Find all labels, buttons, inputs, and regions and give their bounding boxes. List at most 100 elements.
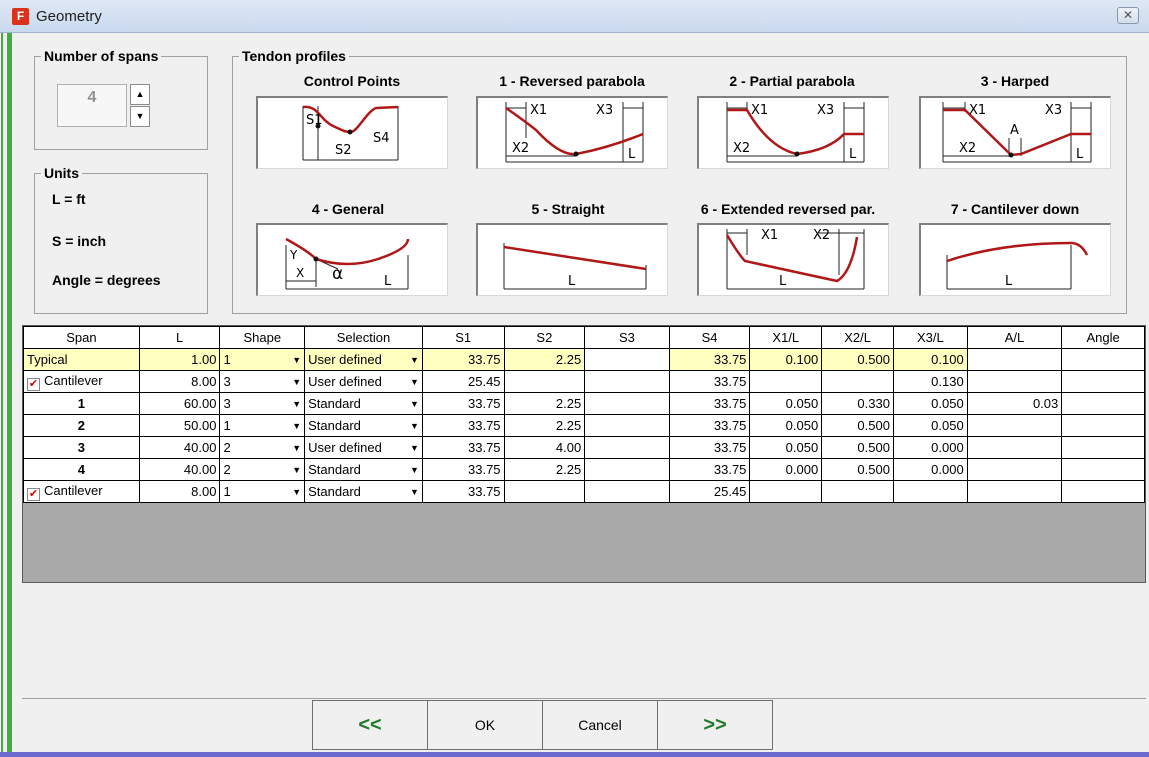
x1l-cell[interactable]: 0.050 — [749, 392, 823, 415]
geometry-grid[interactable]: Span L Shape Selection S1 S2 S3 S4 X1/L … — [22, 325, 1146, 583]
angle-cell[interactable] — [1061, 370, 1145, 393]
spin-down-button[interactable]: ▼ — [130, 106, 150, 127]
s3-cell[interactable] — [584, 414, 670, 437]
cantilever-checkbox[interactable]: ✔ — [27, 377, 40, 391]
s2-cell[interactable]: 2.25 — [503, 392, 586, 415]
x1l-cell[interactable]: 0.000 — [749, 458, 823, 481]
al-cell[interactable] — [966, 458, 1063, 481]
x1l-cell[interactable] — [749, 370, 823, 393]
table-row[interactable]: 3 40.00 2 ▼ User defined ▼ 33.75 4.00 33.7… — [23, 436, 1145, 459]
s3-cell[interactable] — [584, 436, 670, 459]
cantilever-checkbox[interactable]: ✔ — [27, 487, 40, 501]
s4-cell[interactable]: 33.75 — [668, 370, 751, 393]
angle-cell[interactable] — [1061, 392, 1145, 415]
length-cell[interactable]: 60.00 — [138, 392, 221, 415]
x3l-cell[interactable]: 0.050 — [892, 414, 968, 437]
angle-cell[interactable] — [1061, 436, 1145, 459]
s4-cell[interactable]: 33.75 — [668, 458, 751, 481]
s3-cell[interactable] — [584, 392, 670, 415]
s1-cell[interactable]: 33.75 — [421, 414, 505, 437]
s4-cell[interactable]: 33.75 — [668, 348, 751, 371]
shape-combo[interactable]: 1 ▼ — [219, 414, 306, 437]
selection-combo[interactable]: Standard ▼ — [304, 480, 423, 503]
length-cell[interactable]: 8.00 — [138, 370, 221, 393]
shape-combo[interactable]: 3 ▼ — [219, 370, 306, 393]
dropdown-arrow-icon[interactable]: ▼ — [292, 399, 301, 409]
al-cell[interactable] — [966, 436, 1063, 459]
table-row[interactable]: 2 50.00 1 ▼ Standard ▼ 33.75 2.25 33.75 0.… — [23, 414, 1145, 437]
s3-cell[interactable] — [584, 480, 670, 503]
table-row[interactable]: Typical 1.00 1 ▼ User defined ▼ 33.75 2.25… — [23, 348, 1145, 371]
s1-cell[interactable]: 33.75 — [421, 480, 505, 503]
dropdown-arrow-icon[interactable]: ▼ — [292, 377, 301, 387]
cancel-button[interactable]: Cancel — [542, 700, 658, 750]
profile-thumb-straight[interactable]: L — [476, 223, 668, 296]
ok-button[interactable]: OK — [427, 700, 543, 750]
al-cell[interactable] — [966, 480, 1063, 503]
s1-cell[interactable]: 33.75 — [421, 348, 505, 371]
selection-combo[interactable]: Standard ▼ — [304, 392, 423, 415]
s3-cell[interactable] — [584, 348, 670, 371]
al-cell[interactable] — [966, 348, 1063, 371]
profile-thumb-partial-parabola[interactable]: X1 X3 X2 L — [697, 96, 889, 169]
s3-cell[interactable] — [584, 370, 670, 393]
spans-input[interactable]: 4 — [57, 84, 127, 127]
selection-combo[interactable]: User defined ▼ — [304, 370, 423, 393]
s4-cell[interactable]: 25.45 — [668, 480, 751, 503]
x2l-cell[interactable] — [821, 480, 894, 503]
s2-cell[interactable] — [503, 480, 586, 503]
x1l-cell[interactable]: 0.050 — [749, 414, 823, 437]
dropdown-arrow-icon[interactable]: ▼ — [410, 377, 419, 387]
angle-cell[interactable] — [1061, 414, 1145, 437]
length-cell[interactable]: 50.00 — [138, 414, 221, 437]
s2-cell[interactable]: 2.25 — [503, 348, 586, 371]
s2-cell[interactable]: 2.25 — [503, 458, 586, 481]
x3l-cell[interactable] — [892, 480, 968, 503]
s2-cell[interactable]: 2.25 — [503, 414, 586, 437]
x2l-cell[interactable]: 0.500 — [821, 414, 894, 437]
s1-cell[interactable]: 33.75 — [421, 436, 505, 459]
length-cell[interactable]: 40.00 — [138, 458, 221, 481]
length-cell[interactable]: 40.00 — [138, 436, 221, 459]
profile-thumb-harped[interactable]: X1 X3 A X2 L — [919, 96, 1111, 169]
al-cell[interactable] — [966, 370, 1063, 393]
dropdown-arrow-icon[interactable]: ▼ — [410, 355, 419, 365]
length-cell[interactable]: 1.00 — [138, 348, 221, 371]
previous-button[interactable]: << — [312, 700, 428, 750]
table-row[interactable]: ✔ Cantilever 8.00 3 ▼ User defined ▼ 25.45 … — [23, 370, 1145, 393]
close-button[interactable]: ✕ — [1117, 7, 1139, 24]
angle-cell[interactable] — [1061, 480, 1145, 503]
dropdown-arrow-icon[interactable]: ▼ — [292, 487, 301, 497]
dropdown-arrow-icon[interactable]: ▼ — [292, 421, 301, 431]
s1-cell[interactable]: 33.75 — [421, 458, 505, 481]
s2-cell[interactable] — [503, 370, 586, 393]
x2l-cell[interactable]: 0.330 — [821, 392, 894, 415]
profile-thumb-general[interactable]: Y X α L — [256, 223, 448, 296]
dropdown-arrow-icon[interactable]: ▼ — [292, 465, 301, 475]
dropdown-arrow-icon[interactable]: ▼ — [292, 355, 301, 365]
selection-combo[interactable]: User defined ▼ — [304, 348, 423, 371]
selection-combo[interactable]: Standard ▼ — [304, 458, 423, 481]
al-cell[interactable] — [966, 414, 1063, 437]
shape-combo[interactable]: 2 ▼ — [219, 458, 306, 481]
s1-cell[interactable]: 33.75 — [421, 392, 505, 415]
selection-combo[interactable]: User defined ▼ — [304, 436, 423, 459]
dropdown-arrow-icon[interactable]: ▼ — [410, 399, 419, 409]
s4-cell[interactable]: 33.75 — [668, 392, 751, 415]
shape-combo[interactable]: 1 ▼ — [219, 480, 306, 503]
x3l-cell[interactable]: 0.000 — [892, 458, 968, 481]
table-row[interactable]: 1 60.00 3 ▼ Standard ▼ 33.75 2.25 33.75 0.… — [23, 392, 1145, 415]
length-cell[interactable]: 8.00 — [138, 480, 221, 503]
dropdown-arrow-icon[interactable]: ▼ — [410, 443, 419, 453]
shape-combo[interactable]: 2 ▼ — [219, 436, 306, 459]
x2l-cell[interactable] — [821, 370, 894, 393]
angle-cell[interactable] — [1061, 458, 1145, 481]
table-row[interactable]: ✔ Cantilever 8.00 1 ▼ Standard ▼ 33.75 25.4… — [23, 480, 1145, 503]
profile-thumb-extended-reversed[interactable]: X1 X2 L — [697, 223, 889, 296]
x3l-cell[interactable]: 0.130 — [892, 370, 968, 393]
al-cell[interactable]: 0.03 — [966, 392, 1063, 415]
profile-thumb-reversed-parabola[interactable]: X1 X3 X2 L — [476, 96, 668, 169]
selection-combo[interactable]: Standard ▼ — [304, 414, 423, 437]
x1l-cell[interactable]: 0.100 — [749, 348, 823, 371]
shape-combo[interactable]: 1 ▼ — [219, 348, 306, 371]
